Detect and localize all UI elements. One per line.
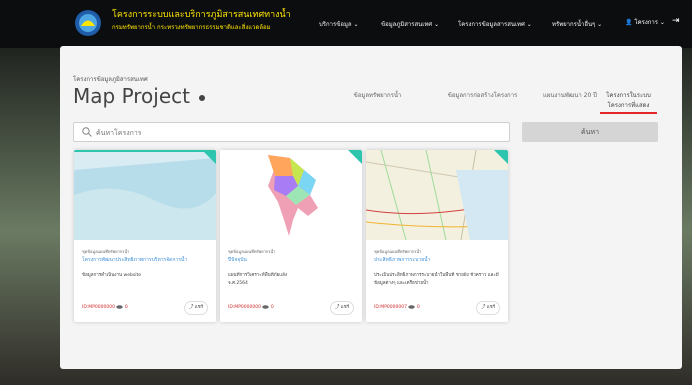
nav-item-water-resources[interactable]: ทรัพยากรน้ำอื่นๆ ⌄ <box>552 18 622 32</box>
card-id-text: ID:MP0000000 <box>228 305 261 310</box>
search-input[interactable] <box>94 123 498 143</box>
card-title[interactable]: ประสิทธิภาพการระบายน้ำ <box>374 256 500 272</box>
nav-item-projects[interactable]: โครงการข้อมูลสารสนเทศ ⌄ <box>458 18 550 32</box>
top-navigation-bar: โครงการระบบและบริการภูมิสารสนเทศทางน้ำ ก… <box>0 0 692 48</box>
eye-icon <box>262 304 270 309</box>
share-label: แชร์ <box>194 305 204 310</box>
card-description: ข้อมูลการดำเนินงาน website <box>82 273 141 278</box>
share-label: แชร์ <box>340 305 350 310</box>
new-badge <box>494 150 508 164</box>
card-id: ID:MP0000007 0 <box>374 303 434 313</box>
new-badge <box>348 150 362 164</box>
nav-item-geospatial[interactable]: ข้อมูลภูมิสารสนเทศ ⌄ <box>381 18 456 32</box>
user-menu-label: โครงการ ⌄ <box>634 19 665 26</box>
search-icon <box>82 127 92 137</box>
tab-construction-data[interactable]: ข้อมูลการก่อสร้างโครงการ <box>435 91 530 111</box>
logout-icon[interactable]: ⇥ <box>672 16 680 26</box>
tab-system-projects[interactable]: โครงการในระบบ โครงการที่แสดง <box>600 91 657 111</box>
user-icon: 👤 <box>625 19 633 26</box>
view-count: 0 <box>270 305 274 310</box>
map-thumbnail <box>74 150 216 240</box>
map-thumbnail <box>220 150 362 240</box>
search-bar <box>73 122 510 143</box>
eye-icon <box>408 304 416 309</box>
nav-item-data-service[interactable]: บริการข้อมูล ⌄ <box>319 18 379 32</box>
active-tab-indicator <box>600 112 657 114</box>
card-category: ชุดข้อมูลแผนที่ทรัพยากรน้ำ <box>374 249 422 254</box>
brand-subtitle: กรมทรัพยากรน้ำ กระทรวงทรัพยากรธรรมชาติแล… <box>112 24 271 31</box>
share-button[interactable]: ⤴ แชร์ <box>476 301 500 315</box>
card-category: ชุดข้อมูลแผนที่ทรัพยากรน้ำ <box>82 249 130 254</box>
card-title[interactable]: โครงการพัฒนาประสิทธิภาพการบริหารจัดการน้… <box>82 256 208 272</box>
page-title: Map Project <box>73 83 206 109</box>
view-count: 0 <box>416 305 420 310</box>
tab-water-resources[interactable]: ข้อมูลทรัพยากรน้ำ <box>340 91 415 111</box>
tab-development-plan[interactable]: แผนงานพัฒนา 20 ปี <box>541 91 599 111</box>
card-id-text: ID:MP0000000 <box>82 305 115 310</box>
share-button[interactable]: ⤴ แชร์ <box>330 301 354 315</box>
search-button[interactable]: ค้นหา <box>522 122 658 142</box>
user-menu[interactable]: 👤 โครงการ ⌄ <box>625 17 665 31</box>
card-id-text: ID:MP0000007 <box>374 305 407 310</box>
share-icon: ⤴ <box>480 305 486 310</box>
share-icon: ⤴ <box>188 305 194 310</box>
map-thumbnail <box>366 150 508 240</box>
card-description: แผนที่การวิเคราะห์พื้นที่ภัยแล้ง จ.ศ.256… <box>228 273 288 286</box>
card-id: ID:MP0000000 0 <box>228 303 288 313</box>
project-card[interactable]: ชุดข้อมูลแผนที่ทรัพยากรน้ำ ปีปัจจุบัน แผ… <box>220 150 362 322</box>
share-label: แชร์ <box>486 305 496 310</box>
page-title-text: Map Project <box>73 84 190 108</box>
project-card[interactable]: ชุดข้อมูลแผนที่ทรัพยากรน้ำ ประสิทธิภาพกา… <box>366 150 508 322</box>
department-logo-icon <box>75 10 101 36</box>
card-description: ประเมินประสิทธิภาพการระบายน้ำในพื้นที่ ช… <box>374 273 499 286</box>
new-badge <box>202 150 216 164</box>
info-dot-icon <box>199 94 206 101</box>
share-button[interactable]: ⤴ แชร์ <box>184 301 208 315</box>
brand-title: โครงการระบบและบริการภูมิสารสนเทศทางน้ำ <box>112 10 291 20</box>
card-id: ID:MP0000000 0 <box>82 303 142 313</box>
project-card[interactable]: ชุดข้อมูลแผนที่ทรัพยากรน้ำ โครงการพัฒนาป… <box>74 150 216 322</box>
card-title[interactable]: ปีปัจจุบัน <box>228 256 354 272</box>
card-category: ชุดข้อมูลแผนที่ทรัพยากรน้ำ <box>228 249 276 254</box>
share-icon: ⤴ <box>334 305 340 310</box>
eye-icon <box>116 304 124 309</box>
view-count: 0 <box>124 305 128 310</box>
